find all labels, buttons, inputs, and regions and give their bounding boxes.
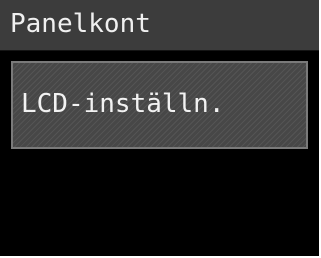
title-bar: Panelkont — [0, 0, 319, 51]
screen-title: Panelkont — [10, 9, 151, 39]
menu-item-lcd-settings[interactable]: LCD-inställn. — [11, 61, 308, 149]
lcd-screen: Panelkont LCD-inställn. — [0, 0, 321, 258]
menu-item-label: LCD-inställn. — [21, 89, 225, 119]
